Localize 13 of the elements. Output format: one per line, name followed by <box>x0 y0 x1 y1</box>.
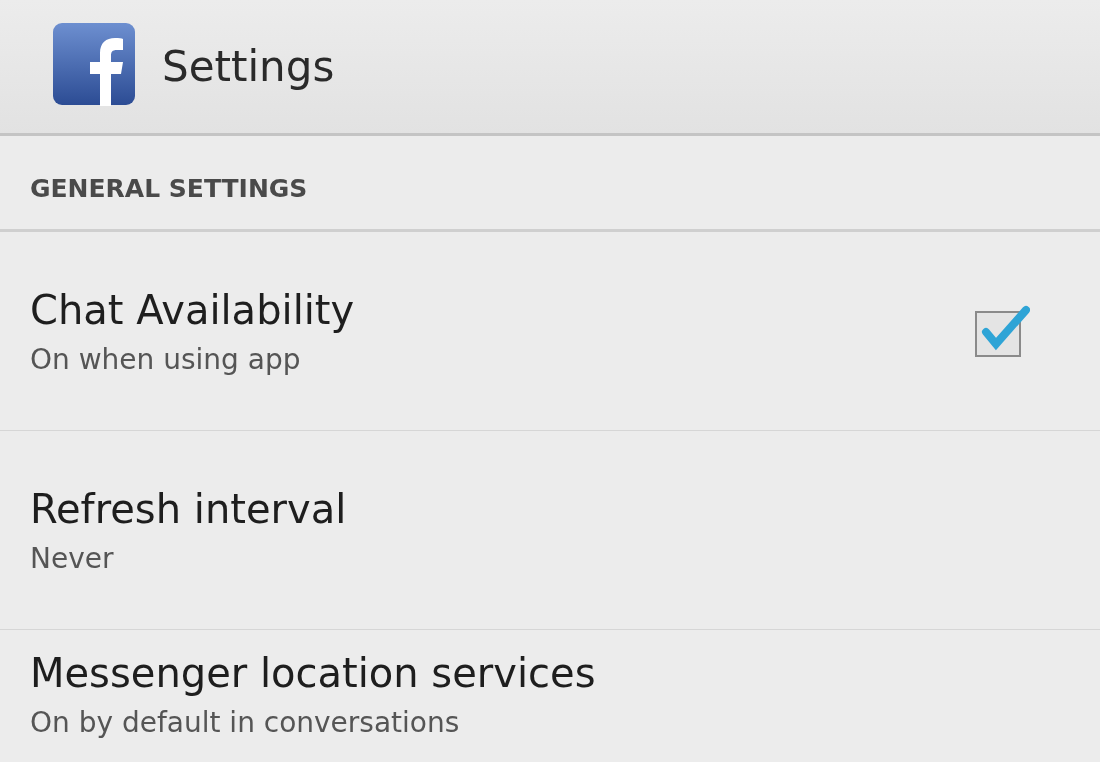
settings-item[interactable]: Refresh interval Never <box>0 431 1100 630</box>
setting-summary: On when using app <box>30 342 302 376</box>
app-logo-icon[interactable] <box>52 21 136 106</box>
setting-title: Chat Availability <box>30 286 356 333</box>
setting-summary: On by default in conversations <box>30 706 461 739</box>
settings-item[interactable]: Chat Availability On when using app <box>0 232 1100 431</box>
screen-title: Settings <box>162 42 335 91</box>
setting-title: Refresh interval <box>30 485 348 532</box>
setting-summary: Never <box>30 541 115 575</box>
checkbox[interactable] <box>974 304 1030 358</box>
setting-title: Messenger location services <box>30 650 597 696</box>
settings-item[interactable]: Messenger location services On by default in conversations <box>0 630 1100 739</box>
section-header: GENERAL SETTINGS <box>0 136 1100 232</box>
